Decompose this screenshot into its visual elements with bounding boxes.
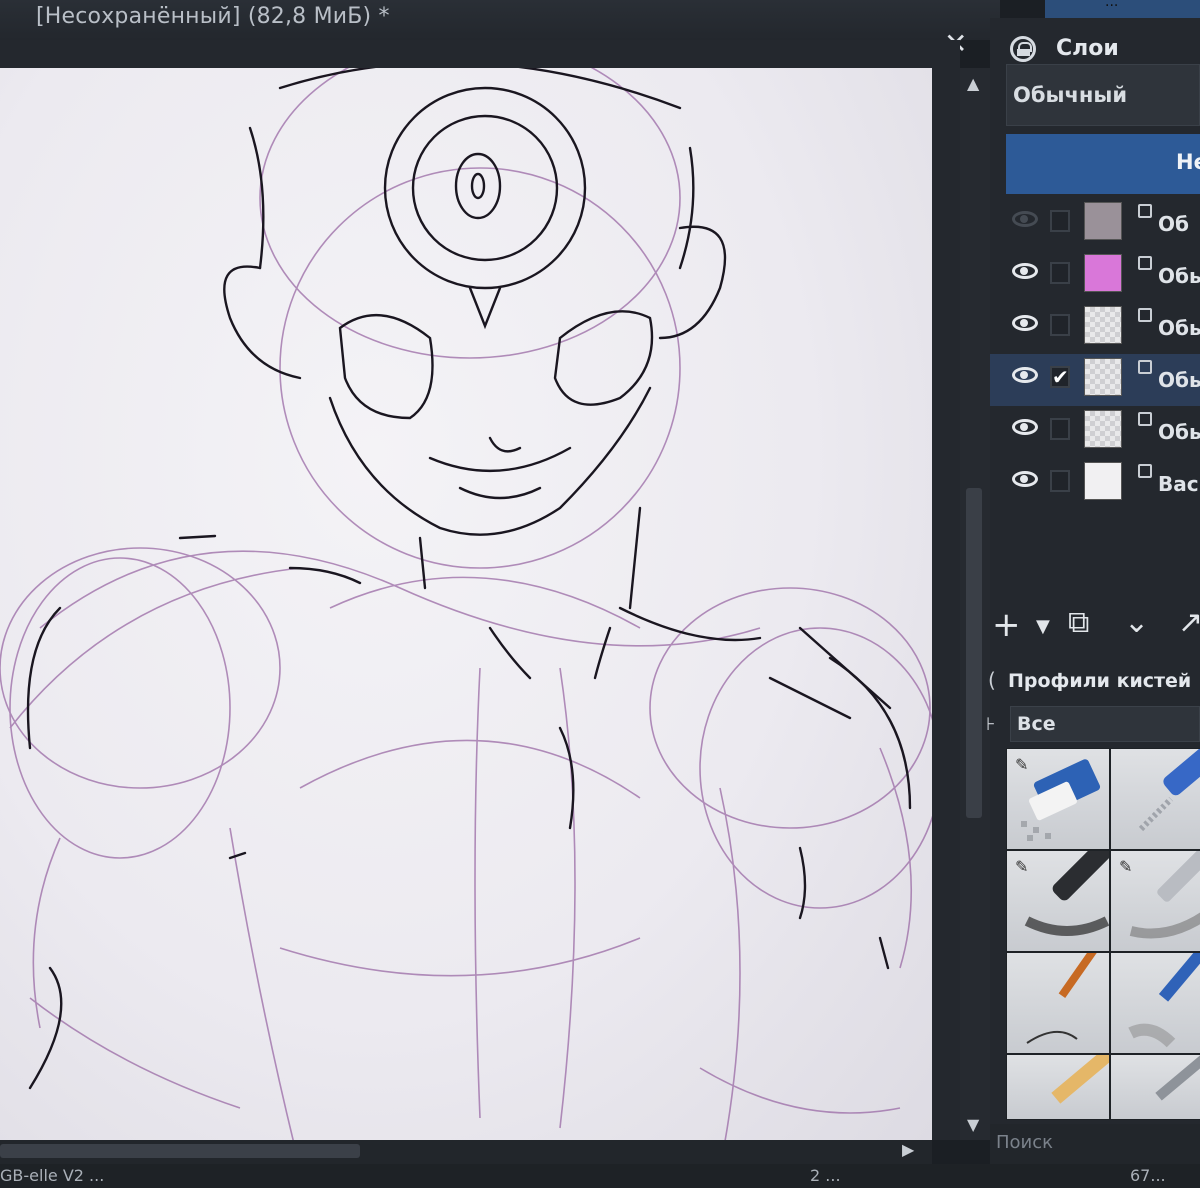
lock-docker-icon[interactable]: ( [988,668,996,692]
layer-name[interactable]: Backg [1158,472,1200,496]
visibility-eye-icon[interactable] [1012,211,1038,227]
edit-pencil-icon: ✎ [1119,857,1133,876]
visibility-eye-icon[interactable] [1012,315,1038,331]
preset-blue-pencil[interactable] [1110,952,1200,1054]
layer-checkbox[interactable] [1050,210,1070,232]
brush-preset-grid: ✎ ✎ ✎ [1006,748,1200,1120]
canvas-area [0,40,960,1176]
vertical-scrollbar[interactable]: ▲ ▼ [960,68,990,1140]
tag-filter-select[interactable]: Все [1010,706,1200,742]
preset-blue-marker[interactable] [1110,748,1200,850]
preset-mech-pencil[interactable] [1110,1054,1200,1120]
top-strip-text: ... [1105,0,1119,10]
brush-presets-title: Профили кистей [1008,670,1192,692]
layer-thumbnail [1084,306,1122,344]
marker-icon [1138,749,1200,832]
visibility-eye-icon[interactable] [1012,471,1038,487]
layer-thumbnail [1084,410,1122,448]
layer-name[interactable]: Обы [1158,316,1200,340]
layer-row-selected[interactable]: ✔ Обы [990,354,1200,406]
chevron-down-icon[interactable]: ⌄ [1124,608,1149,638]
tag-filter-value: Все [1017,713,1056,735]
paint-layer-icon [1138,256,1152,270]
layer-thumbnail [1084,254,1122,292]
lock-docker-icon[interactable] [1010,36,1036,62]
brush-search-placeholder: Поиск [996,1132,1054,1153]
paint-layer-icon [1138,360,1152,374]
blend-mode-select[interactable]: Обычный [1006,64,1200,126]
preset-grey-pencil[interactable]: ✎ [1110,850,1200,952]
scroll-down-icon[interactable]: ▼ [967,1115,979,1134]
paint-layer-icon [1138,412,1152,426]
pencil-icon [1051,1055,1109,1104]
layer-thumbnail [1084,358,1122,396]
preset-yellow-pencil[interactable] [1006,1054,1110,1120]
visibility-eye-icon[interactable] [1012,263,1038,279]
layers-docker: Слои Обычный Не Об Обы Обы [986,18,1200,1164]
add-icon[interactable]: + [992,608,1021,642]
layer-name[interactable]: Обы [1158,420,1200,444]
horizontal-scroll-thumb[interactable] [0,1144,360,1158]
layers-title: Слои [1056,36,1119,61]
pencil-icon [1128,953,1200,1048]
visibility-eye-icon[interactable] [1012,419,1038,435]
status-canvas-size: 2 ... [810,1166,841,1185]
layer-row[interactable]: Обы [990,250,1200,302]
layer-name[interactable]: Обы [1158,368,1200,392]
layer-name[interactable]: Обы [1158,264,1200,288]
layer-checkbox[interactable] [1050,262,1070,284]
layer-name[interactable]: Об [1158,212,1189,236]
horizontal-scrollbar[interactable]: ▶ [0,1140,932,1164]
layers-docker-header: Слои [990,24,1200,68]
layer-thumbnail [1084,462,1122,500]
scroll-up-icon[interactable]: ▲ [967,74,979,93]
layer-row[interactable]: Backg [990,458,1200,510]
layer-toolbar: + ▼ ⧉ ⌄ ↗ [990,606,1200,652]
pencil-icon [1155,1055,1200,1101]
dropdown-icon[interactable]: ▼ [1036,618,1050,636]
drawing-canvas[interactable] [0,68,932,1176]
layer-row[interactable]: Обы [990,302,1200,354]
status-zoom[interactable]: 67... [1130,1166,1166,1185]
layer-checkbox[interactable] [1050,418,1070,440]
tag-filter-row: ⊦ Все [986,706,1200,746]
top-right-toolbar-strip: ... [1045,0,1200,18]
brush-search-input[interactable]: Поиск [990,1124,1200,1164]
visibility-eye-icon[interactable] [1012,367,1038,383]
layer-list: Об Обы Обы ✔ Обы Обы Bac [990,194,1200,594]
edit-pencil-icon: ✎ [1015,755,1029,774]
document-title[interactable]: [Несохранённый] (82,8 МиБ) * [36,4,390,29]
layer-checkbox[interactable] [1050,314,1070,336]
preset-black-marker[interactable]: ✎ [1006,850,1110,952]
edit-pencil-icon: ✎ [1015,857,1029,876]
arrow-up-icon[interactable]: ↗ [1178,608,1200,638]
preset-eraser[interactable]: ✎ [1006,748,1110,850]
paint-layer-icon [1138,308,1152,322]
document-tab-bar: [Несохранённый] (82,8 МиБ) * [0,0,1000,40]
layer-thumbnail [1084,202,1122,240]
duplicate-icon[interactable]: ⧉ [1068,608,1089,638]
status-brush-name: GB-elle V2 ... [0,1166,105,1185]
status-bar: GB-elle V2 ... 2 ... 67... [0,1164,1200,1188]
layer-row[interactable]: Обы [990,406,1200,458]
blend-mode-value: Обычный [1013,83,1128,107]
brush-icon [1026,953,1106,1044]
sketch-artwork [0,68,932,1169]
scroll-right-icon[interactable]: ▶ [902,1140,914,1159]
layer-checkbox[interactable] [1050,470,1070,492]
paint-layer-icon [1138,204,1152,218]
paint-layer-icon [1138,464,1152,478]
layer-row[interactable]: Об [990,198,1200,250]
opacity-slider[interactable]: Не [1006,134,1200,194]
vertical-scroll-thumb[interactable] [966,488,982,818]
tag-label: ⊦ [986,714,996,735]
brush-presets-header: ( Профили кистей [988,666,1200,698]
opacity-label: Не [1176,150,1200,174]
preset-brush[interactable] [1006,952,1110,1054]
layer-checkbox[interactable]: ✔ [1050,366,1070,388]
